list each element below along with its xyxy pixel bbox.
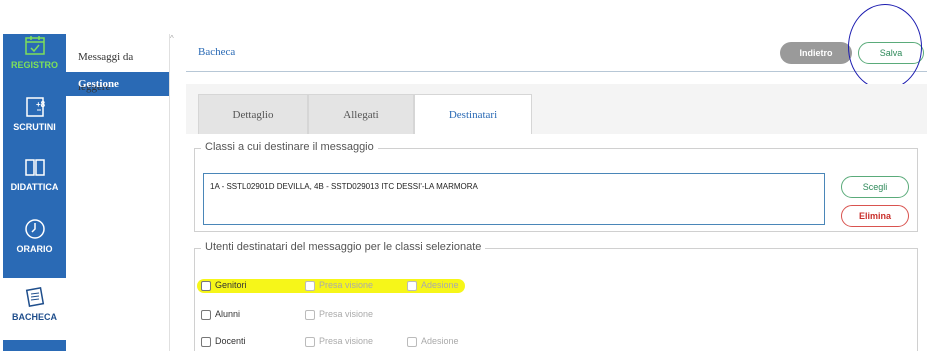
users-fieldset: Utenti destinatari del messaggio per le …	[194, 241, 918, 351]
docenti-presa-visione-label: Presa visione	[319, 336, 374, 346]
main-rail-bar: REGISTRO +8 SCRUTINI DIDATTICA ORARIO BA…	[3, 34, 66, 351]
user-row-docenti: Docenti Presa visione Adesione	[201, 336, 901, 350]
users-legend: Utenti destinatari del messaggio per le …	[201, 241, 486, 253]
docenti-checkbox[interactable]	[201, 337, 211, 347]
user-row-alunni: Alunni Presa visione	[201, 309, 901, 323]
rail-item-scrutini[interactable]: +8 SCRUTINI	[3, 96, 66, 132]
alunni-presa-visione-checkbox[interactable]	[305, 310, 315, 320]
rail-label-registro: REGISTRO	[10, 60, 58, 70]
back-button[interactable]: Indietro	[780, 42, 852, 64]
docenti-label: Docenti	[215, 336, 246, 346]
subnav-item-messaggi-da-leggere[interactable]: Messaggi da leggere	[66, 42, 169, 93]
rail-label-bacheca: BACHECA	[12, 312, 57, 322]
classes-fieldset: Classi a cui destinare il messaggio 1A -…	[194, 141, 918, 232]
docenti-adesione-checkbox[interactable]	[407, 337, 417, 347]
clock-icon	[24, 219, 45, 239]
alunni-presa-visione-label: Presa visione	[319, 309, 374, 319]
alunni-label: Alunni	[215, 309, 241, 319]
genitori-adesione-checkbox[interactable]	[407, 281, 417, 291]
classes-legend: Classi a cui destinare il messaggio	[201, 141, 378, 153]
bacheca-subnav: Messaggi da leggere Gestione Bacheca	[66, 34, 170, 351]
tab-allegati[interactable]: Allegati	[308, 94, 414, 134]
selected-classes-field[interactable]: 1A - SSTL02901D DEVILLA, 4B - SSTD029013…	[203, 173, 825, 225]
rail-item-registro[interactable]: REGISTRO	[3, 34, 66, 70]
alunni-checkbox[interactable]	[201, 310, 211, 320]
docenti-adesione-label: Adesione	[421, 336, 459, 346]
rail-label-scrutini: SCRUTINI	[13, 122, 56, 132]
rail-item-bacheca[interactable]: BACHECA	[3, 278, 66, 340]
rail-label-didattica: DIDATTICA	[10, 182, 59, 192]
genitori-checkbox[interactable]	[201, 281, 211, 291]
genitori-presa-visione-label: Presa visione	[319, 280, 374, 290]
noticeboard-icon	[25, 287, 44, 307]
delete-classes-button[interactable]: Elimina	[841, 205, 909, 227]
tab-destinatari[interactable]: Destinatari	[414, 94, 532, 134]
rail-label-orario: ORARIO	[16, 244, 53, 254]
grade-sheet-icon: +8	[25, 97, 46, 117]
genitori-label: Genitori	[215, 280, 247, 290]
page-header: Bacheca Indietro Salva	[186, 34, 927, 72]
destinatari-body: Classi a cui destinare il messaggio 1A -…	[186, 134, 927, 351]
rail-item-didattica[interactable]: DIDATTICA	[3, 156, 66, 192]
save-button[interactable]: Salva	[858, 42, 924, 64]
content-panel: Dettaglio Allegati Destinatari Classi a …	[186, 84, 927, 351]
tab-dettaglio[interactable]: Dettaglio	[198, 94, 308, 134]
genitori-presa-visione-checkbox[interactable]	[305, 281, 315, 291]
main-rail: REGISTRO +8 SCRUTINI DIDATTICA ORARIO BA…	[0, 0, 66, 351]
calendar-check-icon	[24, 36, 45, 55]
rail-item-orario[interactable]: ORARIO	[3, 218, 66, 254]
user-row-genitori: Genitori Presa visione Adesione	[201, 280, 901, 294]
docenti-presa-visione-checkbox[interactable]	[305, 337, 315, 347]
choose-classes-button[interactable]: Scegli	[841, 176, 909, 198]
book-icon	[24, 159, 45, 176]
subnav-item-gestione-bacheca[interactable]: Gestione Bacheca	[66, 72, 169, 114]
genitori-adesione-label: Adesione	[421, 280, 459, 290]
subnav-scroll-up-icon[interactable]: ^	[170, 34, 176, 46]
page-title: Bacheca	[198, 46, 236, 58]
svg-text:+8: +8	[36, 100, 46, 109]
